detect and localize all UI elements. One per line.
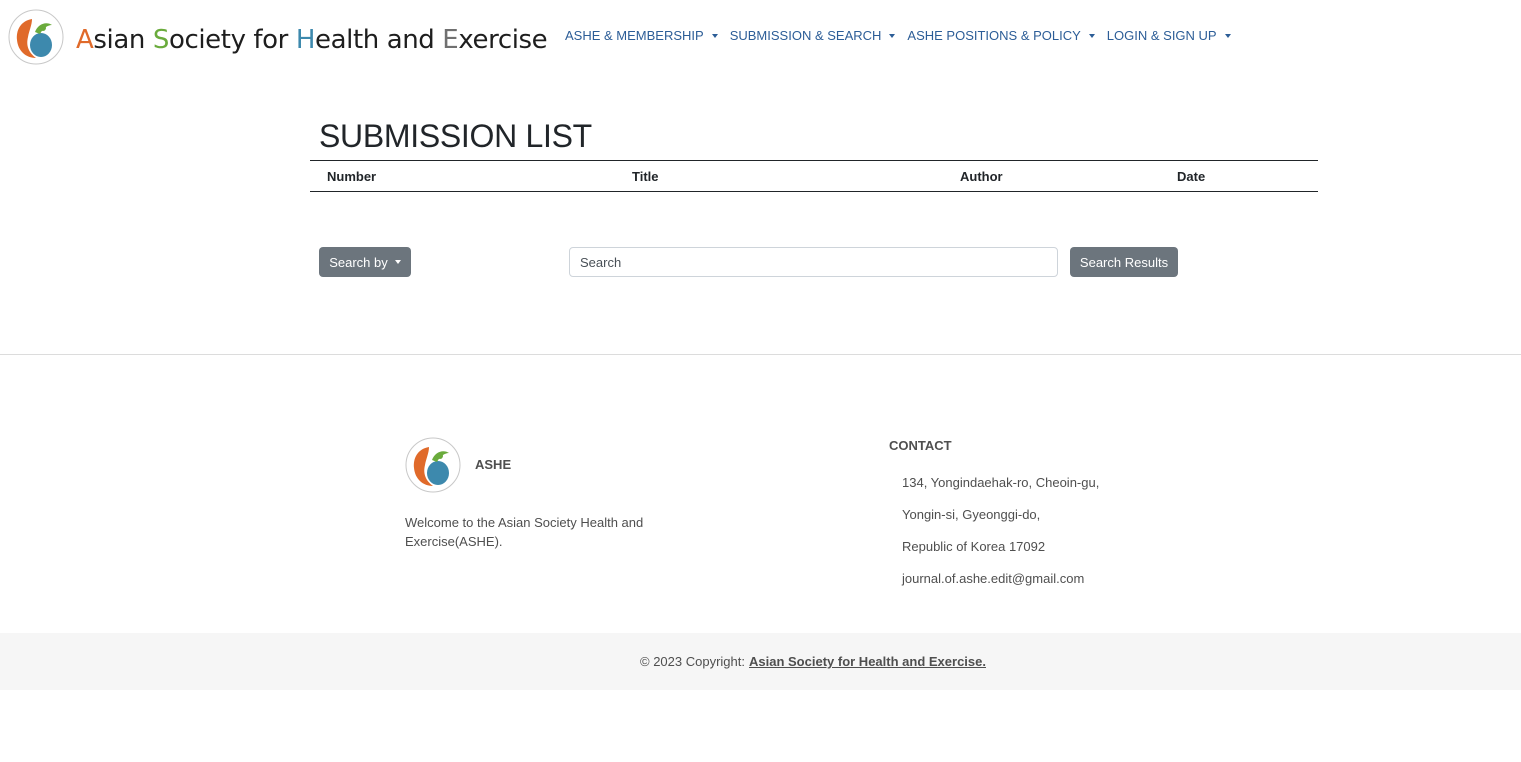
nav-label: ASHE & MEMBERSHIP [565, 28, 704, 43]
brand-letter-e: E [442, 24, 459, 55]
brand-word-society: ociety for [168, 24, 296, 55]
nav-ashe-membership[interactable]: ASHE & MEMBERSHIP [565, 28, 718, 44]
nav-ashe-positions-policy[interactable]: ASHE POSITIONS & POLICY [907, 28, 1095, 44]
contact-heading: CONTACT [889, 438, 952, 453]
copyright-text: © 2023 Copyright: [640, 654, 745, 669]
submission-table: Number Title Author Date [310, 160, 1318, 192]
copyright-link[interactable]: Asian Society for Health and Exercise. [749, 654, 986, 669]
brand-letter-s: S [152, 24, 170, 55]
page-title: SUBMISSION LIST [319, 118, 592, 154]
column-header-number: Number [310, 160, 632, 192]
table-header-row: Number Title Author Date [310, 160, 1318, 192]
search-input[interactable] [569, 247, 1058, 277]
top-navbar: Asian Society for Health and Exercise AS… [0, 0, 1521, 74]
search-by-dropdown-button[interactable]: Search by [319, 247, 411, 277]
nav-label: SUBMISSION & SEARCH [729, 28, 882, 43]
caret-down-icon [889, 34, 896, 38]
nav-login-signup[interactable]: LOGIN & SIGN UP [1107, 28, 1231, 44]
nav-label: LOGIN & SIGN UP [1106, 28, 1217, 43]
contact-address-line-3: Republic of Korea 17092 [902, 539, 1046, 554]
nav-label: ASHE POSITIONS & POLICY [907, 28, 1081, 43]
caret-down-icon [711, 34, 718, 38]
brand-word-health: ealth and [315, 24, 443, 55]
column-header-author: Author [960, 160, 1177, 192]
search-by-label: Search by [329, 254, 388, 270]
ashe-logo-icon [8, 9, 64, 70]
caret-down-icon [1088, 34, 1095, 38]
brand-word-asian: sian [93, 24, 153, 55]
brand-word-exercise: xercise [458, 24, 548, 55]
footer-divider [0, 354, 1521, 355]
brand-letter-a: A [76, 24, 94, 55]
contact-address-line-1: 134, Yongindaehak-ro, Cheoin-gu, [902, 475, 1100, 490]
search-results-button[interactable]: Search Results [1070, 247, 1178, 277]
caret-down-icon [394, 260, 401, 264]
column-header-title: Title [632, 160, 960, 192]
footer-brand: ASHE [475, 457, 512, 472]
footer-welcome-text: Welcome to the Asian Society Health and … [405, 515, 644, 549]
copyright-bar: © 2023 Copyright: Asian Society for Heal… [0, 633, 1521, 690]
main-nav: ASHE & MEMBERSHIP SUBMISSION & SEARCH AS… [565, 28, 1243, 44]
caret-down-icon [1224, 34, 1231, 38]
ashe-logo-icon [405, 437, 461, 498]
column-header-date: Date [1177, 160, 1318, 192]
contact-address-line-2: Yongin-si, Gyeonggi-do, [902, 507, 1041, 522]
nav-submission-search[interactable]: SUBMISSION & SEARCH [730, 28, 896, 44]
brand-name: Asian Society for Health and Exercise [76, 12, 548, 68]
brand-letter-h: H [295, 24, 316, 55]
contact-email: journal.of.ashe.edit@gmail.com [902, 571, 1085, 586]
brand-link[interactable]: Asian Society for Health and Exercise [8, 9, 548, 70]
